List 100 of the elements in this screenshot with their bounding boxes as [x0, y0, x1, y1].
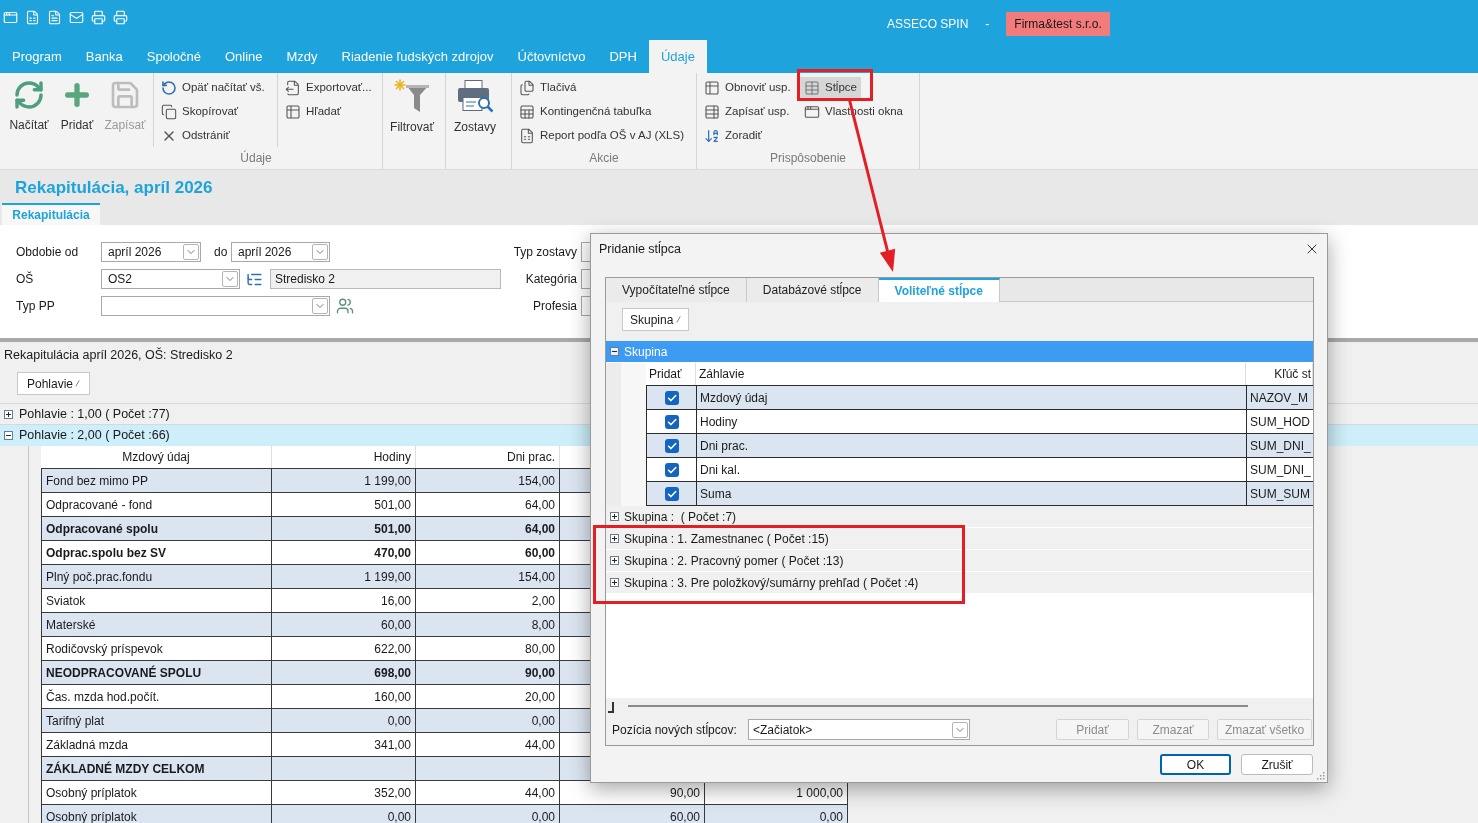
- table-cell-text: SUM_HOD: [1249, 413, 1311, 431]
- mail-icon[interactable]: [69, 10, 84, 25]
- ribbon-button[interactable]: Opäť načítať vš.: [157, 77, 269, 99]
- group-row[interactable]: Skupina : ( Počet :7): [606, 506, 1313, 528]
- sort-icon: [676, 316, 682, 323]
- column-header[interactable]: Pridať: [649, 365, 682, 383]
- ribbon-button[interactable]: Zoradiť: [700, 125, 766, 147]
- ribbon-button[interactable]: Hľadať: [281, 101, 346, 123]
- table-cell: Osobný príplatok: [41, 781, 272, 804]
- input-field[interactable]: [581, 242, 590, 262]
- ribbon-button[interactable]: Pridať: [53, 79, 101, 141]
- group-row[interactable]: Skupina : 1. Zamestnanec ( Počet :15): [606, 528, 1313, 550]
- group-label: Akcie: [589, 150, 619, 167]
- table-cell: 622,00: [272, 637, 416, 660]
- table-icon: [704, 104, 720, 120]
- dialog-button[interactable]: Zrušiť: [1241, 754, 1313, 775]
- dropdown-field[interactable]: <Začiatok>: [748, 719, 970, 740]
- collapse-icon[interactable]: [4, 431, 13, 440]
- group-row[interactable]: Skupina : 3. Pre položkový/sumárny prehľad ( Počet :4): [606, 572, 1313, 594]
- input-field[interactable]: [581, 269, 590, 289]
- column-header[interactable]: Dni prac.: [416, 446, 560, 468]
- column-header[interactable]: Kľúč st: [1274, 365, 1311, 383]
- expand-icon[interactable]: [610, 578, 619, 587]
- table-cell: 64,00: [416, 493, 560, 516]
- table-cell: 698,00: [272, 661, 416, 684]
- table-cell: 160,00: [272, 685, 416, 708]
- chevron-down-icon[interactable]: [312, 298, 328, 314]
- ribbon-button[interactable]: Tlačivá: [515, 77, 581, 99]
- dropdown-field[interactable]: apríl 2026: [101, 242, 201, 262]
- table-cell: Čas. mzda hod.počít.: [41, 685, 272, 708]
- table-cell: Hodiny: [697, 410, 1247, 433]
- dialog-tab[interactable]: Databázové stĺpce: [746, 278, 879, 302]
- ribbon-button[interactable]: Filtrovať: [388, 79, 436, 141]
- table-cell: 80,00: [416, 637, 560, 660]
- chevron-down-icon[interactable]: [222, 271, 238, 287]
- chevron-down-icon[interactable]: [312, 244, 328, 260]
- ribbon-button[interactable]: Stĺpce: [800, 77, 861, 99]
- resize-grip-icon[interactable]: [1316, 771, 1325, 780]
- dialog-title: Pridanie stĺpca: [599, 240, 681, 258]
- table-cell: Materské: [41, 613, 272, 636]
- window-icon[interactable]: [3, 10, 18, 25]
- table-cell: 60,00: [416, 541, 560, 564]
- spreadsheet-icon[interactable]: [25, 10, 40, 25]
- table-cell: 352,00: [272, 781, 416, 804]
- ribbon-button[interactable]: Skopírovať: [157, 101, 243, 123]
- printer-icon[interactable]: [91, 10, 106, 25]
- table-cell: 470,00: [272, 541, 416, 564]
- table-cell: 2,00: [416, 589, 560, 612]
- field-label: Typ PP: [16, 298, 55, 315]
- expand-icon[interactable]: [610, 534, 619, 543]
- table-cell: Základná mzda: [41, 733, 272, 756]
- checkbox[interactable]: [664, 390, 679, 405]
- documents-icon: [519, 80, 535, 96]
- spreadsheet-icon: [519, 128, 535, 144]
- table-cell: 1 199,00: [272, 565, 416, 588]
- printer-icon[interactable]: [113, 10, 128, 25]
- checkbox[interactable]: [664, 486, 679, 501]
- group-row[interactable]: Skupina : 2. Pracovný pomer ( Počet :13): [606, 550, 1313, 572]
- dialog-tab[interactable]: Vypočítateľné stĺpce: [606, 278, 747, 302]
- ribbon-button[interactable]: Zostavy: [451, 79, 499, 141]
- chevron-down-icon[interactable]: [183, 244, 199, 260]
- sort-az-icon: [704, 128, 720, 144]
- horizontal-scrollbar[interactable]: [606, 698, 1313, 714]
- dropdown-field[interactable]: apríl 2026: [231, 242, 330, 262]
- document-icon[interactable]: [47, 10, 62, 25]
- column-header[interactable]: Záhlavie: [699, 365, 745, 383]
- column-header[interactable]: Hodiny: [272, 446, 416, 468]
- checkbox[interactable]: [664, 414, 679, 429]
- sort-icon: [75, 380, 81, 387]
- dropdown-field[interactable]: [101, 296, 330, 316]
- field-label: Pozícia nových stĺpcov:: [612, 721, 737, 739]
- table-cell-text: SUM_SUM: [1249, 485, 1311, 503]
- dialog-button[interactable]: OK: [1160, 754, 1231, 775]
- field-label: Profesia: [532, 298, 577, 315]
- input-field[interactable]: [581, 296, 590, 316]
- window-icon: [804, 104, 820, 120]
- expand-icon[interactable]: [610, 556, 619, 565]
- users-icon[interactable]: [336, 297, 354, 315]
- collapse-icon[interactable]: [610, 347, 619, 356]
- ribbon-button[interactable]: Zapísať usp.: [700, 101, 794, 123]
- expand-icon[interactable]: [4, 409, 13, 419]
- group-by-chip[interactable]: Pohlavie: [17, 372, 91, 395]
- table-cell: Odprac.spolu bez SV: [41, 541, 272, 564]
- checkbox[interactable]: [664, 462, 679, 477]
- ribbon-button[interactable]: Exportovať...: [281, 77, 376, 99]
- ribbon-button[interactable]: Obnoviť usp.: [700, 77, 795, 99]
- table-cell: Sviatok: [41, 589, 272, 612]
- group-by-chip[interactable]: Skupina: [622, 308, 690, 331]
- table-cell: 154,00: [416, 469, 560, 492]
- chevron-down-icon[interactable]: [952, 721, 968, 738]
- ribbon-button[interactable]: Report podľa OŠ v AJ (XLS): [515, 125, 688, 147]
- expand-icon[interactable]: [610, 512, 619, 521]
- ribbon-button[interactable]: Kontingenčná tabuľka: [515, 101, 656, 123]
- checkbox[interactable]: [664, 438, 679, 453]
- dropdown-field[interactable]: OS2: [101, 269, 240, 289]
- ribbon-button[interactable]: Odstrániť: [157, 125, 234, 147]
- group-row[interactable]: Pohlavie : 1,00 ( Počet :77): [0, 404, 178, 424]
- column-header[interactable]: Mzdový údaj: [41, 446, 272, 468]
- ribbon-button[interactable]: Načítať: [5, 79, 53, 141]
- table-cell: 0,00: [416, 709, 560, 732]
